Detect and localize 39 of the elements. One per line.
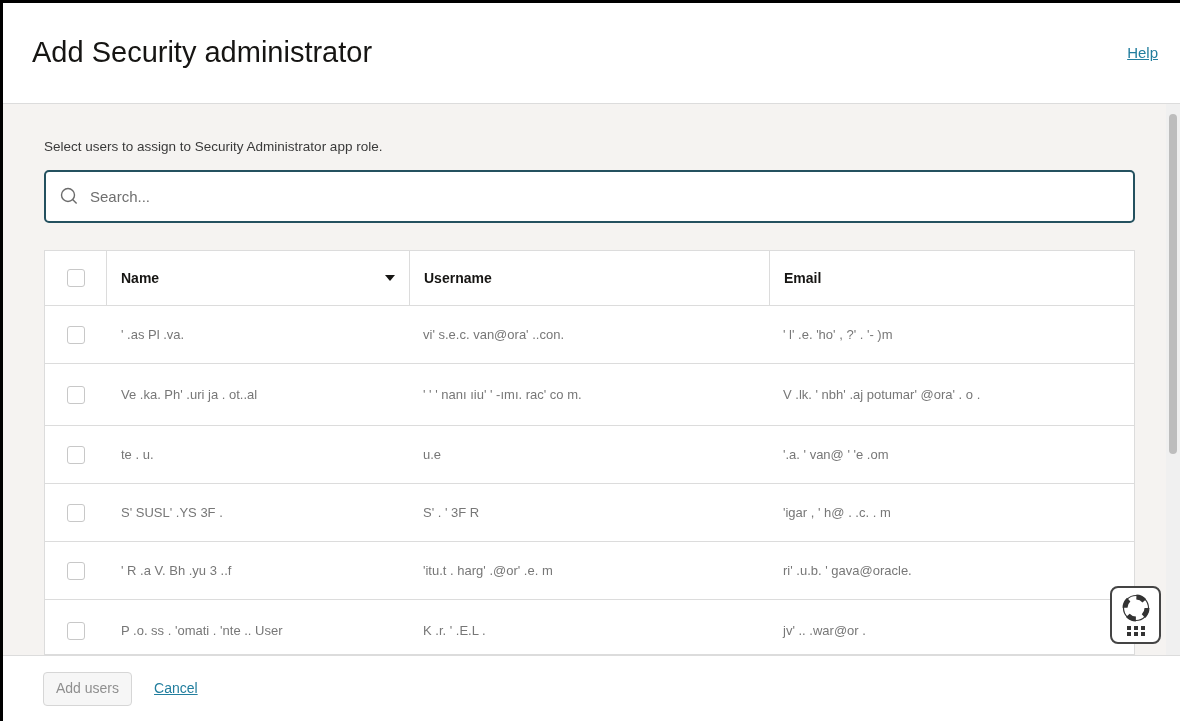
table-cell-text: vi' s.e.c. van@ora' ..con.	[423, 326, 564, 344]
column-header[interactable]: Email	[784, 267, 822, 289]
instructions: Select users to assign to Security Administrator app role.	[44, 138, 384, 156]
search-field[interactable]: Search...	[44, 170, 1135, 224]
table-cell-text: ' R .a V. Bh .yu 3 ..f	[121, 562, 232, 580]
table-cell-text: u.e	[423, 446, 442, 464]
table-cell-text: te . u.	[121, 446, 154, 464]
table-cell-text: ' ' ' nanı ıiu' ' -ımı. rac' co m.	[423, 386, 582, 404]
table-cell-text: 'igar , ' h@ . .c. . m	[783, 504, 891, 522]
search-icon	[60, 187, 78, 206]
table-cell-text: 'itu.t . harg' .@or' .e. m	[423, 562, 553, 580]
dialog-title: Add Security administrator	[32, 35, 373, 71]
checkbox[interactable]	[67, 385, 85, 404]
table-cell-text: P .o. ss . 'omati . 'nte .. User	[121, 622, 283, 640]
table-cell-text: K .r. ' .E.L .	[423, 622, 486, 640]
cancel-link[interactable]: Cancel	[154, 678, 198, 699]
table-cell-text: jv' .. .war@or .	[783, 622, 866, 640]
table-cell-text: '.a. ' van@ ' 'e .om	[783, 446, 889, 464]
help-widget[interactable]	[1110, 586, 1161, 644]
scrollbar-thumb[interactable]	[1169, 114, 1177, 454]
grid-icon	[1126, 626, 1145, 636]
table-cell-text: ' l' .e. 'ho' , ?' . '- )m	[783, 326, 893, 344]
table-cell-text: S' SUSL' .YS 3F .	[121, 504, 223, 522]
checkbox[interactable]	[67, 445, 85, 464]
checkbox[interactable]	[67, 561, 85, 580]
table-cell-text: S' . ' 3F R	[423, 504, 480, 522]
column-header[interactable]: Name	[121, 267, 160, 289]
help-link[interactable]: Help	[1127, 41, 1158, 65]
sort-caret-icon[interactable]	[385, 275, 395, 282]
checkbox[interactable]	[67, 325, 85, 344]
lifebuoy-icon	[1121, 594, 1150, 622]
checkbox[interactable]	[67, 621, 85, 640]
column-header[interactable]: Username	[424, 267, 492, 289]
checkbox[interactable]	[66, 269, 85, 288]
checkbox[interactable]	[67, 503, 85, 522]
table-cell-text: Ve .ka. Ph' .uri ja . ot..al	[121, 386, 258, 404]
table-cell-text: V .lk. ' nbh' .aj potumar' @ora' . o .	[783, 386, 981, 404]
table-cell-text: ri' .u.b. ' gava@oracle.	[783, 562, 912, 580]
table-cell-text: ' .as Pl .va.	[121, 326, 185, 344]
